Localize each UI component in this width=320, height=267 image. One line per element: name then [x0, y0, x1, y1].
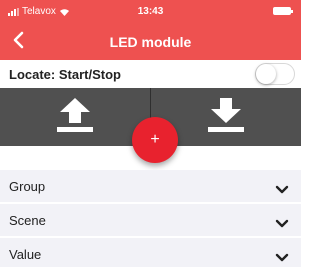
- page-title: LED module: [109, 34, 192, 50]
- list-item-label: Value: [9, 247, 42, 262]
- settings-list: Group Scene Value: [0, 170, 301, 267]
- list-item-group[interactable]: Group: [0, 170, 301, 202]
- locate-label: Locate: Start/Stop: [9, 67, 121, 82]
- status-bar: Telavox 13:43: [0, 0, 301, 24]
- locate-toggle[interactable]: [255, 63, 295, 85]
- list-item-scene[interactable]: Scene: [0, 204, 301, 236]
- chevron-down-icon: [275, 249, 289, 267]
- move-up-button[interactable]: [0, 88, 150, 146]
- add-button[interactable]: +: [132, 117, 178, 163]
- battery-icon: [273, 7, 293, 15]
- list-item-label: Scene: [9, 213, 46, 228]
- locate-row: Locate: Start/Stop: [0, 60, 301, 88]
- nav-bar: LED module: [0, 24, 301, 60]
- toggle-knob: [256, 64, 276, 84]
- list-item-label: Group: [9, 179, 46, 194]
- list-item-value[interactable]: Value: [0, 238, 301, 267]
- plus-icon: +: [150, 131, 160, 148]
- chevron-down-icon: [275, 181, 289, 199]
- status-time: 13:43: [137, 6, 164, 17]
- arrow-up-icon: [56, 97, 94, 138]
- chevron-down-icon: [275, 215, 289, 233]
- arrow-down-icon: [207, 97, 245, 138]
